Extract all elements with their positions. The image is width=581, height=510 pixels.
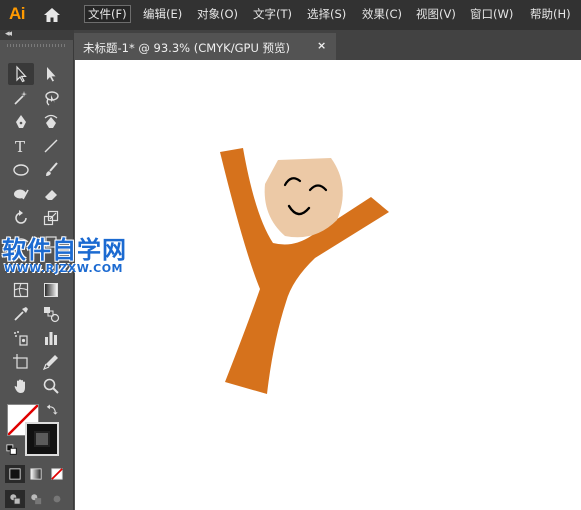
menu-view[interactable]: 视图(V) xyxy=(416,7,456,21)
menu-select[interactable]: 选择(S) xyxy=(307,7,346,21)
document-tab-bar: 未标题-1* @ 93.3% (CMYK/GPU 预览) × xyxy=(74,30,581,60)
selection-tool-icon[interactable] xyxy=(8,63,34,85)
gradient-mode-icon[interactable] xyxy=(26,465,46,483)
close-icon[interactable]: × xyxy=(317,39,326,52)
mesh-tool-icon[interactable] xyxy=(8,279,34,301)
menu-type[interactable]: 文字(T) xyxy=(253,7,292,21)
ellipse-tool-icon[interactable] xyxy=(8,159,34,181)
illustration xyxy=(220,148,389,394)
shaper-tool-icon[interactable] xyxy=(8,183,34,205)
stroke-swatch[interactable] xyxy=(25,422,59,456)
collapse-icon[interactable]: ◂◂ xyxy=(5,29,12,39)
zoom-tool-icon[interactable] xyxy=(38,375,64,397)
slice-tool-icon[interactable] xyxy=(38,351,64,373)
rotate-tool-icon[interactable] xyxy=(8,207,34,229)
menu-file[interactable]: 文件(F) xyxy=(84,5,131,23)
magic-wand-tool-icon[interactable] xyxy=(8,87,34,109)
default-fill-stroke-icon[interactable] xyxy=(5,443,19,457)
menu-edit[interactable]: 编辑(E) xyxy=(143,7,182,21)
document-tab-title: 未标题-1* @ 93.3% (CMYK/GPU 预览) xyxy=(83,41,290,55)
swap-fill-stroke-icon[interactable] xyxy=(44,401,62,419)
artboard-canvas[interactable] xyxy=(75,60,581,510)
menu-window[interactable]: 窗口(W) xyxy=(470,7,513,21)
type-tool-icon[interactable]: T xyxy=(8,135,34,157)
tools-panel-header: ◂◂ xyxy=(0,29,74,40)
svg-text:T: T xyxy=(15,138,25,155)
lasso-tool-icon[interactable] xyxy=(38,87,64,109)
menu-help[interactable]: 帮助(H) xyxy=(530,7,571,21)
draw-normal-icon[interactable] xyxy=(5,490,25,508)
column-graph-tool-icon[interactable] xyxy=(38,327,64,349)
draw-inside-icon[interactable] xyxy=(47,490,67,508)
artboard-tool-icon[interactable] xyxy=(8,351,34,373)
watermark-title: 软件自学网 xyxy=(2,236,127,264)
hand-tool-icon[interactable] xyxy=(8,375,34,397)
stroke-swatch-inner xyxy=(34,431,50,447)
none-mode-icon[interactable] xyxy=(47,465,67,483)
scale-tool-icon[interactable] xyxy=(38,207,64,229)
pen-tool-icon[interactable] xyxy=(8,111,34,133)
home-icon[interactable] xyxy=(42,6,62,28)
symbol-sprayer-tool-icon[interactable] xyxy=(8,327,34,349)
paintbrush-tool-icon[interactable] xyxy=(38,159,64,181)
draw-behind-icon[interactable] xyxy=(26,490,46,508)
watermark: 软件自学网 WWW.RJZXW.COM xyxy=(0,230,160,278)
eyedropper-tool-icon[interactable] xyxy=(8,303,34,325)
menu-object[interactable]: 对象(O) xyxy=(197,7,238,21)
gradient-tool-icon[interactable] xyxy=(38,279,64,301)
panel-grip[interactable] xyxy=(7,44,67,47)
menu-bar: Ai 文件(F) 编辑(E) 对象(O) 文字(T) 选择(S) 效果(C) 视… xyxy=(0,0,581,30)
app-logo: Ai xyxy=(9,4,26,23)
blend-tool-icon[interactable] xyxy=(38,303,64,325)
watermark-url: WWW.RJZXW.COM xyxy=(4,262,123,275)
color-mode-icon[interactable] xyxy=(5,465,25,483)
eraser-tool-icon[interactable] xyxy=(38,183,64,205)
line-tool-icon[interactable] xyxy=(38,135,64,157)
direct-selection-tool-icon[interactable] xyxy=(38,63,64,85)
document-tab[interactable]: 未标题-1* @ 93.3% (CMYK/GPU 预览) × xyxy=(74,33,336,60)
curvature-tool-icon[interactable] xyxy=(38,111,64,133)
menu-effect[interactable]: 效果(C) xyxy=(362,7,402,21)
